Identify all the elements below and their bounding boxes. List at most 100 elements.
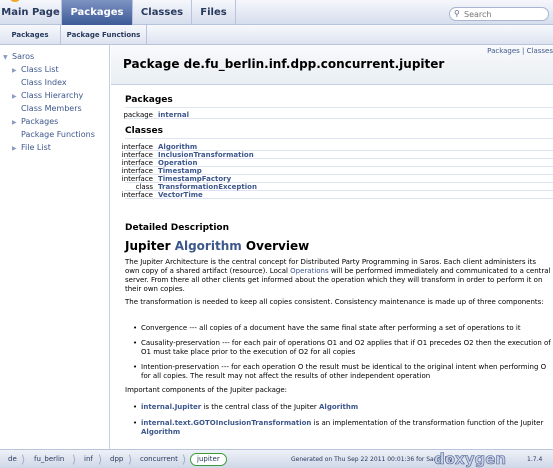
classes-heading: Classes [125, 126, 163, 136]
overview-heading: Jupiter Algorithm Overview [125, 239, 309, 253]
nav-item-label: Class List [21, 65, 59, 74]
goto-transformation-link[interactable]: internal.text.GOTOInclusionTransformatio… [141, 419, 311, 427]
breadcrumb-separator-icon: ⟩ [182, 453, 187, 466]
search-icon[interactable]: ⚲ [454, 9, 460, 18]
member-kind: interface [121, 159, 153, 167]
member-link[interactable]: internal [158, 111, 189, 119]
doc-content: Packages | Classes Package de.fu_berlin.… [111, 45, 553, 449]
sub-tab-bar: Packages Package Functions [0, 25, 553, 45]
overview-text: Overview [241, 239, 310, 253]
packages-heading: Packages [125, 95, 173, 105]
main-tab-bar: Main Page Packages Classes Files ⚲ [0, 0, 553, 25]
list-item: internal.Jupiter is the central class of… [133, 403, 551, 412]
search-input[interactable] [464, 8, 544, 20]
page-title: Package de.fu_berlin.inf.dpp.concurrent.… [123, 57, 445, 71]
member-kind: interface [121, 175, 153, 183]
nav-item-saros[interactable]: ▼ Saros [3, 52, 34, 61]
page-header: Packages | Classes Package de.fu_berlin.… [111, 45, 553, 85]
list-item-text: is an implementation of the transformati… [311, 419, 544, 427]
nav-item-class-index[interactable]: Class Index [21, 78, 67, 87]
member-kind: interface [121, 167, 153, 175]
algorithm-link[interactable]: Algorithm [141, 428, 180, 436]
member-link[interactable]: TimestampFactory [158, 175, 231, 183]
breadcrumb-dpp[interactable]: dpp [110, 450, 123, 468]
nav-item-label: Package Functions [21, 130, 95, 139]
list-item: Intention-preservation --- for each oper… [133, 363, 551, 381]
nav-item-package-functions[interactable]: Package Functions [21, 130, 95, 139]
nav-item-class-hierarchy[interactable]: ▶ Class Hierarchy [12, 91, 83, 100]
nav-item-label: Class Members [21, 104, 82, 113]
nav-item-packages[interactable]: ▶ Packages [12, 117, 58, 126]
breadcrumb-jupiter[interactable]: jupiter [190, 453, 227, 466]
member-link[interactable]: Operation [158, 159, 197, 167]
breadcrumb-de[interactable]: de [8, 450, 17, 468]
algorithm-link[interactable]: Algorithm [175, 239, 242, 253]
expand-arrow-icon[interactable]: ▶ [12, 93, 21, 100]
breadcrumb-concurrent[interactable]: concurrent [140, 450, 178, 468]
list-item-text: is the central class of the Jupiter [201, 403, 320, 411]
member-row: interface TimestampFactory [121, 175, 553, 183]
nav-item-label: Class Index [21, 78, 67, 87]
member-kind: interface [121, 191, 153, 199]
subtab-packages[interactable]: Packages [0, 25, 61, 45]
list-item: Causality-preservation --- for each pair… [133, 339, 551, 357]
member-row: interface Operation [121, 159, 553, 167]
doxygen-version: 1.7.4 [527, 456, 543, 463]
nav-item-label: File List [21, 143, 51, 152]
breadcrumb-separator-icon: ⟩ [72, 453, 77, 466]
member-link[interactable]: TransformationException [158, 183, 257, 191]
overview-text: Jupiter [125, 239, 175, 253]
expand-arrow-icon[interactable]: ▼ [3, 54, 12, 61]
breadcrumb-separator-icon: ⟩ [128, 453, 133, 466]
list-item: internal.text.GOTOInclusionTransformatio… [133, 419, 551, 437]
list-item: Convergence --- all copies of a document… [133, 324, 551, 333]
algorithm-link[interactable]: Algorithm [319, 403, 358, 411]
tab-packages[interactable]: Packages [62, 0, 133, 25]
paragraph-transformation: The transformation is needed to keep all… [125, 298, 544, 306]
divider [125, 107, 553, 108]
breadcrumb-separator-icon: ⟩ [21, 453, 26, 466]
paragraph-intro: The Jupiter Architecture is the central … [125, 258, 551, 294]
summary-links[interactable]: Packages | Classes [487, 47, 553, 55]
subtab-package-functions[interactable]: Package Functions [61, 25, 147, 45]
member-row: package internal [123, 111, 553, 119]
tab-main-page[interactable]: Main Page [0, 0, 62, 25]
breadcrumb-separator-icon: ⟩ [98, 453, 103, 466]
nav-item-file-list[interactable]: ▶ File List [12, 143, 51, 152]
nav-item-label: Saros [12, 52, 35, 61]
operations-link[interactable]: Operations [290, 267, 328, 275]
member-row: interface VectorTime [121, 191, 553, 199]
member-link[interactable]: Algorithm [158, 143, 197, 151]
member-row: interface InclusionTransformation [121, 151, 553, 159]
breadcrumb-fu-berlin[interactable]: fu_berlin [34, 450, 64, 468]
generated-info: Generated on Thu Sep 22 2011 00:01:36 fo… [291, 456, 453, 463]
member-kind: package [123, 111, 153, 119]
member-row: class TransformationException [125, 183, 553, 191]
detailed-description-heading: Detailed Description [125, 223, 230, 233]
member-link[interactable]: VectorTime [158, 191, 203, 199]
doxygen-logo[interactable]: doxygen [434, 450, 507, 468]
nav-item-label: Class Hierarchy [21, 91, 84, 100]
expand-arrow-icon[interactable]: ▶ [12, 67, 21, 74]
nav-item-class-list[interactable]: ▶ Class List [12, 65, 59, 74]
expand-arrow-icon[interactable]: ▶ [12, 145, 21, 152]
member-kind: class [135, 183, 153, 191]
nav-item-label: Packages [21, 117, 59, 126]
member-row: interface Timestamp [121, 167, 553, 175]
search-box[interactable]: ⚲ [449, 7, 549, 21]
nav-tree: ▼ Saros ▶ Class List Class Index ▶ Class Hi… [0, 45, 110, 449]
member-link[interactable]: Timestamp [158, 167, 202, 175]
tab-files[interactable]: Files [192, 0, 236, 25]
member-kind: interface [121, 151, 153, 159]
footer-nav: de ⟩ fu_berlin ⟩ inf ⟩ dpp ⟩ concurrent … [0, 449, 553, 468]
paragraph-components: Important components of the Jupiter pack… [125, 386, 288, 394]
tab-classes[interactable]: Classes [133, 0, 192, 25]
member-kind: interface [121, 143, 153, 151]
breadcrumb-inf[interactable]: inf [84, 450, 93, 468]
member-link[interactable]: InclusionTransformation [158, 151, 254, 159]
nav-item-class-members[interactable]: Class Members [21, 104, 82, 113]
divider [125, 138, 553, 139]
member-row: interface Algorithm [121, 143, 553, 151]
expand-arrow-icon[interactable]: ▶ [12, 119, 21, 126]
jupiter-class-link[interactable]: internal.Jupiter [141, 403, 201, 411]
